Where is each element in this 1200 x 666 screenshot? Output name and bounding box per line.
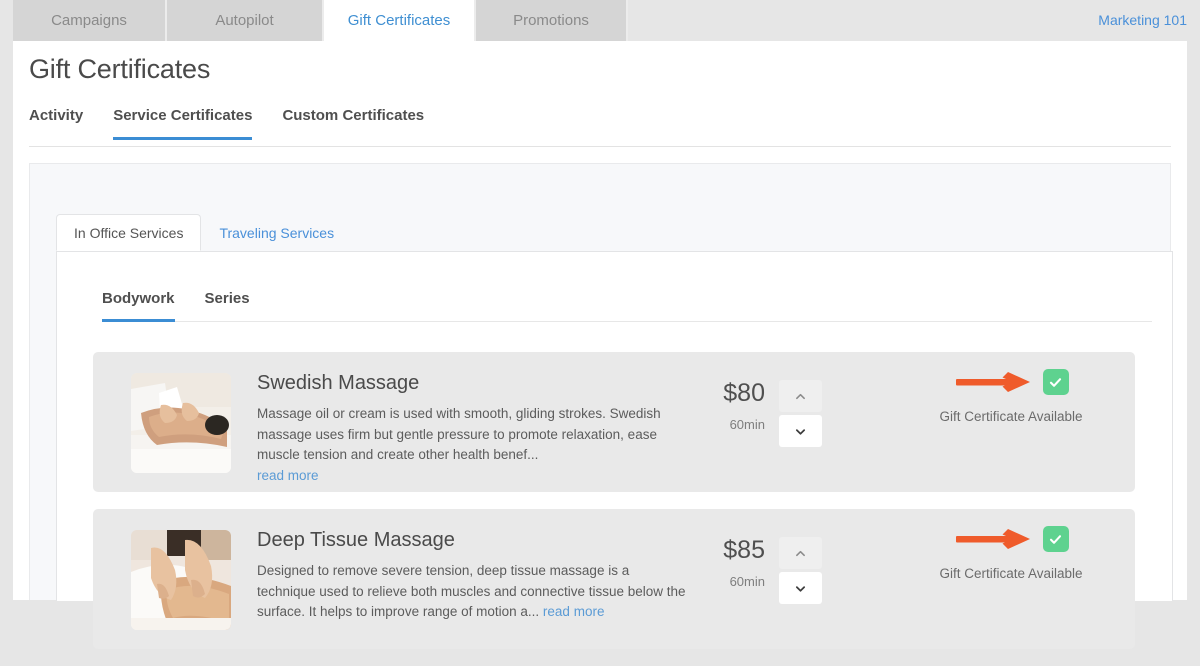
service-description: Massage oil or cream is used with smooth… — [257, 404, 687, 486]
service-price: $85 — [723, 536, 765, 564]
service-card[interactable]: Deep Tissue Massage Designed to remove s… — [93, 509, 1135, 649]
page-subtabs: Activity Service Certificates Custom Cer… — [29, 107, 1171, 147]
tab-gift-certificates[interactable]: Gift Certificates — [324, 0, 476, 41]
category-tabs: Bodywork Series — [102, 290, 1152, 322]
page-title: Gift Certificates — [29, 54, 211, 84]
gift-certificate-block: Gift Certificate Available — [896, 519, 1126, 581]
subtab-custom-certificates[interactable]: Custom Certificates — [282, 107, 424, 140]
service-description-text: Massage oil or cream is used with smooth… — [257, 406, 661, 462]
chevron-down-icon[interactable] — [779, 572, 822, 604]
panel-tabs: In Office Services Traveling Services — [56, 214, 352, 251]
price-block: $80 60min — [687, 378, 872, 447]
global-tabs: Campaigns Autopilot Gift Certificates Pr… — [13, 0, 628, 41]
gift-certificate-block: Gift Certificate Available — [896, 362, 1126, 424]
service-description-text: Designed to remove severe tension, deep … — [257, 563, 686, 619]
subtab-service-certificates[interactable]: Service Certificates — [113, 107, 253, 140]
gift-certificate-row — [896, 519, 1126, 559]
service-title: Deep Tissue Massage — [257, 529, 455, 551]
marketing-101-link[interactable]: Marketing 101 — [1098, 0, 1187, 41]
service-title: Swedish Massage — [257, 372, 420, 394]
category-tab-bodywork[interactable]: Bodywork — [102, 290, 175, 322]
category-tab-series[interactable]: Series — [205, 290, 250, 322]
service-card[interactable]: Swedish Massage Massage oil or cream is … — [93, 352, 1135, 492]
service-text: Deep Tissue Massage Designed to remove s… — [257, 529, 687, 623]
panel-body: Bodywork Series Swedish Massage Massage … — [56, 251, 1173, 649]
service-duration: 60min — [729, 574, 765, 589]
services-panel: In Office Services Traveling Services Bo… — [29, 163, 1173, 649]
chevron-up-icon[interactable] — [779, 380, 822, 412]
page-sheet: Gift Certificates Activity Service Certi… — [13, 41, 1187, 649]
service-duration: 60min — [729, 417, 765, 432]
service-thumbnail — [131, 530, 231, 630]
price-stepper — [779, 380, 822, 447]
service-list: Swedish Massage Massage oil or cream is … — [93, 352, 1135, 666]
arrow-right-icon — [955, 372, 1030, 392]
tab-campaigns[interactable]: Campaigns — [13, 0, 167, 41]
gift-certificate-row — [896, 362, 1126, 402]
gift-certificate-checkbox[interactable] — [1042, 369, 1069, 395]
gift-certificate-checkbox[interactable] — [1042, 526, 1069, 552]
global-tab-bar: Campaigns Autopilot Gift Certificates Pr… — [0, 0, 1200, 41]
chevron-up-icon[interactable] — [779, 537, 822, 569]
read-more-link[interactable]: read more — [543, 604, 605, 619]
arrow-right-icon — [955, 529, 1030, 549]
read-more-link[interactable]: read more — [257, 466, 687, 487]
gift-certificate-label: Gift Certificate Available — [939, 409, 1083, 424]
service-text: Swedish Massage Massage oil or cream is … — [257, 372, 687, 486]
subtab-activity[interactable]: Activity — [29, 107, 83, 140]
price-stepper — [779, 537, 822, 604]
price-block: $85 60min — [687, 535, 872, 604]
gift-certificate-label: Gift Certificate Available — [939, 566, 1083, 581]
price-column: $80 60min — [687, 378, 779, 432]
price-column: $85 60min — [687, 535, 779, 589]
tab-autopilot[interactable]: Autopilot — [167, 0, 324, 41]
panel-tab-traveling-services[interactable]: Traveling Services — [201, 214, 352, 251]
service-thumbnail — [131, 373, 231, 473]
chevron-down-icon[interactable] — [779, 415, 822, 447]
service-price: $80 — [723, 379, 765, 407]
service-description: Designed to remove severe tension, deep … — [257, 561, 687, 623]
tab-promotions[interactable]: Promotions — [476, 0, 628, 41]
panel-tab-in-office-services[interactable]: In Office Services — [56, 214, 202, 251]
